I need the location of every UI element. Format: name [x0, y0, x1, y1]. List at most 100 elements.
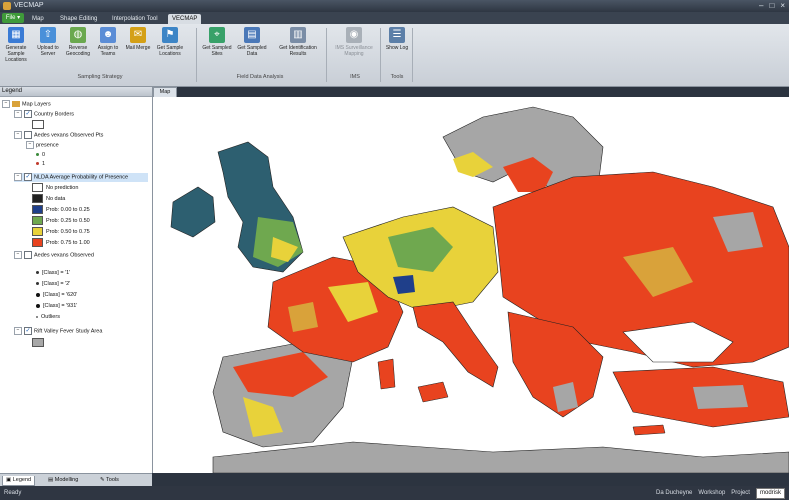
dot-icon	[36, 282, 39, 286]
maximize-icon[interactable]: □	[769, 1, 774, 10]
group-label-field-data-analysis: Field Data Analysis	[236, 74, 284, 80]
layer-nlda-probability[interactable]: − ✓ NLDA Average Probability of Presence	[14, 173, 148, 182]
map-tab[interactable]: Map	[153, 87, 177, 97]
layer-aedes-observed-pts[interactable]: − Aedes vexans Observed Pts	[14, 131, 103, 140]
status-bar: Ready Da Ducheyne Workshop Project modri…	[0, 486, 789, 500]
legend-class-row: [Class] = '620'	[36, 291, 77, 300]
layer-checkbox[interactable]: ✓	[24, 110, 32, 118]
map-view[interactable]	[153, 97, 789, 473]
dot-icon	[36, 153, 39, 157]
collapse-icon[interactable]: −	[14, 110, 22, 118]
europe-probability-map[interactable]	[153, 97, 789, 473]
status-workshop: Workshop	[698, 490, 726, 496]
collapse-icon[interactable]: −	[14, 327, 22, 335]
status-project-label: Project	[731, 490, 750, 496]
legend-class-row: Prob: 0.25 to 0.50	[32, 216, 90, 225]
layer-checkbox[interactable]	[24, 251, 32, 259]
legend-swatch	[32, 216, 43, 225]
get-sample-locations-button[interactable]: ⚑ Get Sample Locations	[155, 27, 185, 57]
dot-icon	[36, 303, 40, 308]
legend-swatch	[32, 338, 44, 347]
group-separator	[412, 28, 413, 82]
close-icon[interactable]: ×	[780, 1, 785, 10]
collapse-icon[interactable]: −	[14, 251, 22, 259]
corsica-sardinia-region	[377, 358, 396, 390]
group-label-tools: Tools	[390, 74, 404, 80]
flag-icon: ⚑	[162, 27, 178, 43]
legend-class-row: Prob: 0.00 to 0.25	[32, 205, 90, 214]
upload-to-server-button[interactable]: ⇧ Upload to Server	[33, 27, 63, 57]
globe-icon: ◍	[70, 27, 86, 43]
layer-root[interactable]: − Map Layers	[2, 100, 51, 109]
tab-interpolation-tool[interactable]: Interpolation Tool	[112, 14, 158, 24]
generate-sample-locations-button[interactable]: ▦ Generate Sample Locations	[1, 27, 31, 63]
collapse-icon[interactable]: −	[26, 141, 34, 149]
legend-tab-icon: ▣	[6, 477, 13, 483]
people-icon: ☻	[100, 27, 116, 43]
legend-swatch	[32, 194, 43, 203]
group-label-sampling-strategy: Sampling Strategy	[77, 74, 123, 80]
legend-swatch-row	[32, 120, 47, 129]
tab-legend[interactable]: ▣ Legend	[2, 476, 36, 486]
collapse-icon[interactable]: −	[14, 173, 22, 181]
minimize-icon[interactable]: –	[759, 1, 763, 10]
window-controls: – □ ×	[759, 1, 785, 10]
legend-class-row: Prob: 0.50 to 0.75	[32, 227, 90, 236]
tab-modelling[interactable]: ▤ Modelling	[48, 476, 78, 485]
log-icon: ☰	[389, 27, 405, 43]
project-select[interactable]: modrisk	[755, 487, 785, 499]
eye-icon: ◉	[346, 27, 362, 43]
status-user: Da Ducheyne	[656, 490, 693, 496]
layer-checkbox[interactable]: ✓	[24, 173, 32, 181]
reverse-geocoding-button[interactable]: ◍ Reverse Geocoding	[63, 27, 93, 57]
dot-icon	[36, 292, 40, 297]
legend-subheader: − presence	[26, 141, 59, 150]
tab-shape-editing[interactable]: Shape Editing	[60, 14, 97, 24]
dot-icon	[36, 271, 39, 275]
ribbon: ▦ Generate Sample Locations ⇧ Upload to …	[0, 24, 789, 87]
collapse-icon[interactable]: −	[2, 100, 10, 108]
dot-icon	[36, 315, 38, 318]
panel-tabs: ▣ Legend ▤ Modelling ✎ Tools	[0, 473, 152, 487]
tab-map[interactable]: Map	[32, 14, 44, 24]
ribbon-tab-row: File ▾ Map Shape Editing Interpolation T…	[0, 12, 789, 24]
collapse-icon[interactable]: −	[14, 131, 22, 139]
app-icon	[3, 2, 11, 10]
france-orange-patch	[288, 302, 318, 332]
get-sampled-sites-button[interactable]: ⌖ Get Sampled Sites	[202, 27, 232, 57]
window-title: VECMAP	[14, 2, 44, 9]
title-bar: VECMAP – □ ×	[0, 0, 789, 12]
upload-icon: ⇧	[40, 27, 56, 43]
mail-icon: ✉	[130, 27, 146, 43]
layer-country-borders[interactable]: − ✓ Country Borders	[14, 110, 74, 119]
status-right: Da Ducheyne Workshop Project modrisk	[656, 486, 785, 500]
group-label-ims: IMS	[350, 74, 360, 80]
map-pin-icon: ⌖	[209, 27, 225, 43]
legend-class-row: No data	[32, 194, 65, 203]
legend-class-row: [Class] = '931'	[36, 302, 77, 311]
get-sampled-data-button[interactable]: ▤ Get Sampled Data	[237, 27, 267, 57]
tab-tools[interactable]: ✎ Tools	[100, 476, 119, 485]
legend-class-row: 0	[36, 151, 45, 160]
assign-to-teams-button[interactable]: ☻ Assign to Teams	[93, 27, 123, 57]
file-menu-button[interactable]: File ▾	[2, 13, 24, 23]
show-log-button[interactable]: ☰ Show Log	[382, 27, 412, 51]
layer-checkbox[interactable]	[24, 131, 32, 139]
legend-class-row: [Class] = '1'	[36, 269, 70, 278]
layer-checkbox[interactable]: ✓	[24, 327, 32, 335]
legend-class-row: [Class] = '2'	[36, 280, 70, 289]
layer-aedes-observed[interactable]: − Aedes vexans Observed	[14, 251, 94, 260]
legend-class-row: 1	[36, 160, 45, 169]
status-ready: Ready	[4, 490, 22, 496]
mail-merge-button[interactable]: ✉ Mail Merge	[123, 27, 153, 51]
legend-swatch	[32, 227, 43, 236]
dot-icon	[36, 162, 39, 166]
get-identification-results-button[interactable]: ▥ Get Identification Results	[274, 27, 322, 57]
legend-header: Legend	[0, 87, 152, 97]
layer-rift-valley-study-area[interactable]: − ✓ Rift Valley Fever Study Area	[14, 327, 102, 336]
legend-panel: Legend − Map Layers − ✓ Country Borders − Ae…	[0, 87, 153, 473]
legend-swatch	[32, 238, 43, 247]
ims-surveillance-mapping-button[interactable]: ◉ IMS Surveillance Mapping	[330, 27, 378, 57]
modelling-tab-icon: ▤	[48, 477, 55, 483]
tab-vecmap[interactable]: VECMAP	[168, 14, 202, 24]
